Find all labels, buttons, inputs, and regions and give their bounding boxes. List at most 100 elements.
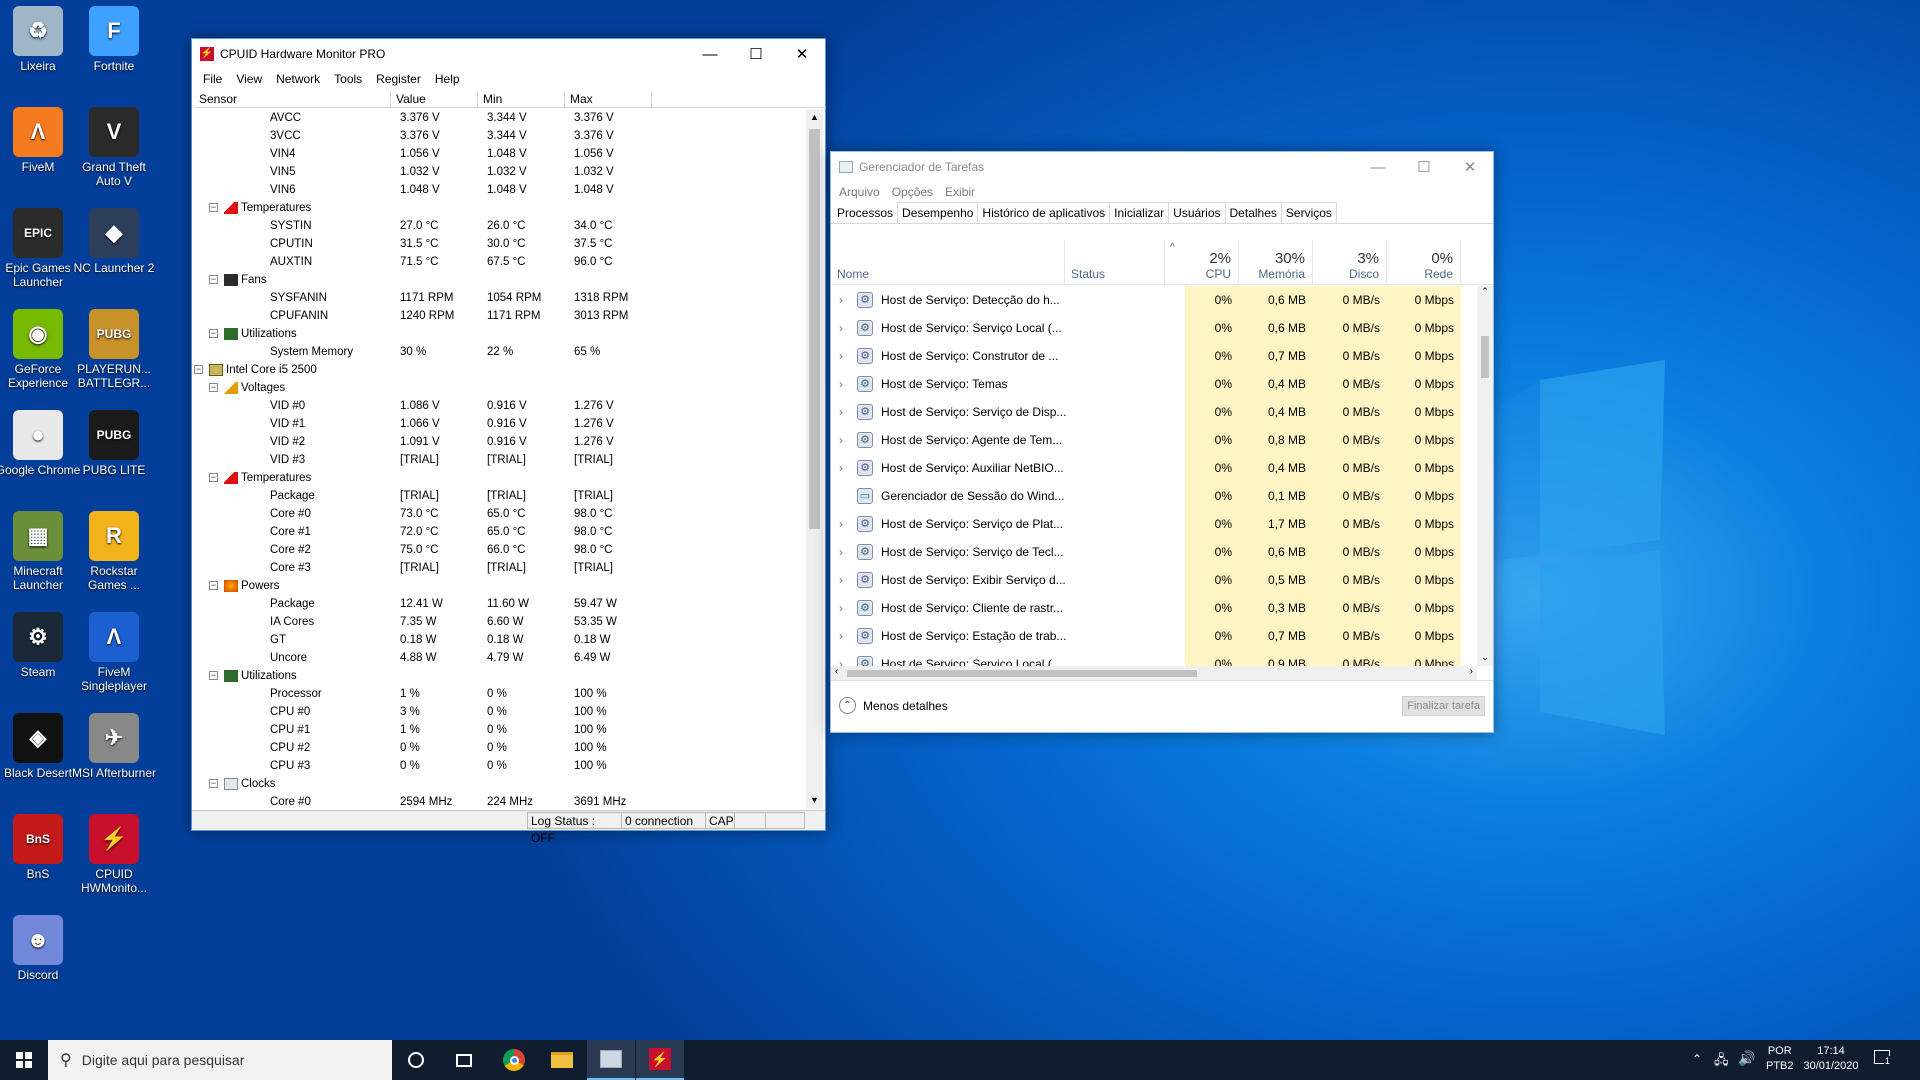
sensor-row[interactable]: − Powers	[194, 577, 802, 595]
sensor-row[interactable]: − Temperatures	[194, 199, 802, 217]
expand-chevron-icon[interactable]: ›	[839, 545, 843, 559]
desktop-icon[interactable]: ♻ Lixeira	[0, 6, 81, 73]
col-network[interactable]: 0% Rede	[1387, 240, 1461, 285]
menu-view[interactable]: View	[229, 72, 269, 86]
expand-chevron-icon[interactable]: ›	[839, 377, 843, 391]
sensor-row[interactable]: − Temperatures	[194, 469, 802, 487]
tab-desempenho[interactable]: Desempenho	[897, 202, 979, 223]
desktop-icon[interactable]: BnS BnS	[0, 814, 81, 881]
volume-icon[interactable]: 🔊	[1738, 1050, 1755, 1067]
collapse-toggle-icon[interactable]: −	[209, 779, 218, 788]
process-row[interactable]: › ⚙ Host de Serviço: Detecção do h... 0% 0,6…	[831, 286, 1477, 314]
desktop-icon[interactable]: ☻ Discord	[0, 915, 81, 982]
process-row[interactable]: › ⚙ Host de Serviço: Serviço Local (... 0% 0…	[831, 314, 1477, 342]
desktop-icon[interactable]: ● Google Chrome	[0, 410, 81, 477]
tm-menu-arquivo[interactable]: Arquivo	[833, 185, 886, 199]
process-row[interactable]: › ⚙ Host de Serviço: Construtor de ... 0% 0,…	[831, 342, 1477, 370]
desktop-icon[interactable]: R Rockstar Games ...	[71, 511, 157, 592]
expand-chevron-icon[interactable]: ›	[839, 517, 843, 531]
sensor-row[interactable]: Core #1 72.0 °C 65.0 °C 98.0 °C	[194, 523, 802, 541]
sensor-row[interactable]: − Utilizations	[194, 325, 802, 343]
scroll-down-arrow-icon[interactable]: ▼	[806, 792, 823, 809]
desktop-icon[interactable]: PUBG PUBG LITE	[71, 410, 157, 477]
fewer-details-link[interactable]: Menos detalhes	[863, 699, 948, 713]
sensor-row[interactable]: VIN5 1.032 V 1.032 V 1.032 V	[194, 163, 802, 181]
end-task-button[interactable]: Finalizar tarefa	[1402, 696, 1485, 716]
sensor-row[interactable]: CPUTIN 31.5 °C 30.0 °C 37.5 °C	[194, 235, 802, 253]
desktop-icon[interactable]: ⚡ CPUID HWMonito...	[71, 814, 157, 895]
process-row[interactable]: ▭ Gerenciador de Sessão do Wind... 0% 0,1 M…	[831, 482, 1477, 510]
sensor-row[interactable]: Package [TRIAL] [TRIAL] [TRIAL]	[194, 487, 802, 505]
desktop-icon[interactable]: ⚙ Steam	[0, 612, 81, 679]
tm-menu-exibir[interactable]: Exibir	[939, 185, 981, 199]
column-value[interactable]: Value	[391, 91, 478, 107]
sensor-row[interactable]: AUXTIN 71.5 °C 67.5 °C 96.0 °C	[194, 253, 802, 271]
minimize-button[interactable]: —	[687, 39, 733, 69]
col-memory[interactable]: 30% Memória	[1239, 240, 1313, 285]
desktop-icon[interactable]: ▦ Minecraft Launcher	[0, 511, 81, 592]
desktop-icon[interactable]: EPIC Epic Games Launcher	[0, 208, 81, 289]
process-row[interactable]: › ⚙ Host de Serviço: Temas 0% 0,4 MB 0 MB/s 0 …	[831, 370, 1477, 398]
sensor-row[interactable]: VID #3 [TRIAL] [TRIAL] [TRIAL]	[194, 451, 802, 469]
collapse-toggle-icon[interactable]: −	[209, 581, 218, 590]
collapse-toggle-icon[interactable]: −	[209, 671, 218, 680]
column-max[interactable]: Max	[565, 91, 652, 107]
tm-scroll-down-icon[interactable]: ⌄	[1477, 652, 1493, 666]
sensor-row[interactable]: SYSTIN 27.0 °C 26.0 °C 34.0 °C	[194, 217, 802, 235]
notifications-button[interactable]: 1	[1874, 1050, 1894, 1068]
sensor-row[interactable]: CPU #2 0 % 0 % 100 %	[194, 739, 802, 757]
sensor-row[interactable]: IA Cores 7.35 W 6.60 W 53.35 W	[194, 613, 802, 631]
sensor-row[interactable]: Processor 1 % 0 % 100 %	[194, 685, 802, 703]
collapse-toggle-icon[interactable]: −	[209, 383, 218, 392]
sensor-row[interactable]: VID #0 1.086 V 0.916 V 1.276 V	[194, 397, 802, 415]
desktop-icon[interactable]: ✈ MSI Afterburner	[71, 713, 157, 780]
column-sensor[interactable]: Sensor	[194, 91, 391, 107]
sensor-row[interactable]: CPU #1 1 % 0 % 100 %	[194, 721, 802, 739]
hwmonitor-titlebar[interactable]: ⚡ CPUID Hardware Monitor PRO — ☐ ✕	[192, 39, 825, 69]
tm-hscrollbar[interactable]: ‹ ›	[831, 666, 1477, 680]
sensor-row[interactable]: 3VCC 3.376 V 3.344 V 3.376 V	[194, 127, 802, 145]
tm-vscrollbar[interactable]: ⌃ ⌄	[1477, 286, 1493, 666]
tab-historico[interactable]: Histórico de aplicativos	[977, 202, 1111, 223]
sensor-row[interactable]: Core #0 73.0 °C 65.0 °C 98.0 °C	[194, 505, 802, 523]
taskbar-task-manager[interactable]	[587, 1040, 635, 1080]
taskbar-hwmonitor[interactable]: ⚡	[636, 1040, 684, 1080]
expand-chevron-icon[interactable]: ›	[839, 657, 843, 666]
tab-usuarios[interactable]: Usuários	[1168, 202, 1226, 223]
sensor-row[interactable]: VIN4 1.056 V 1.048 V 1.056 V	[194, 145, 802, 163]
sensor-row[interactable]: VID #2 1.091 V 0.916 V 1.276 V	[194, 433, 802, 451]
menu-tools[interactable]: Tools	[327, 72, 369, 86]
start-button[interactable]	[0, 1040, 48, 1080]
expand-chevron-icon[interactable]: ›	[839, 629, 843, 643]
process-list[interactable]: › ⚙ Host de Serviço: Detecção do h... 0% 0,6…	[831, 286, 1477, 666]
tm-menu-opcoes[interactable]: Opções	[886, 185, 939, 199]
tab-servicos[interactable]: Serviços	[1280, 202, 1337, 223]
expand-chevron-icon[interactable]: ›	[839, 433, 843, 447]
sensor-row[interactable]: − Utilizations	[194, 667, 802, 685]
sensor-scrollbar[interactable]: ▲ ▼	[806, 109, 823, 809]
menu-network[interactable]: Network	[269, 72, 327, 86]
tm-maximize-button[interactable]: ☐	[1401, 152, 1447, 182]
cortana-button[interactable]	[392, 1040, 440, 1080]
collapse-toggle-icon[interactable]: −	[209, 275, 218, 284]
col-status[interactable]: Status	[1065, 240, 1165, 285]
process-row[interactable]: › ⚙ Host de Serviço: Agente de Tem... 0% 0,8…	[831, 426, 1477, 454]
process-row[interactable]: › ⚙ Host de Serviço: Serviço de Disp... 0% 0…	[831, 398, 1477, 426]
scroll-thumb[interactable]	[809, 129, 820, 529]
sensor-row[interactable]: − Intel Core i5 2500	[194, 361, 802, 379]
desktop-icon[interactable]: V Grand Theft Auto V	[71, 107, 157, 188]
expand-chevron-icon[interactable]: ›	[839, 601, 843, 615]
expand-chevron-icon[interactable]: ›	[839, 293, 843, 307]
desktop-icon[interactable]: Λ FiveM	[0, 107, 81, 174]
tm-close-button[interactable]: ✕	[1447, 152, 1493, 182]
desktop-icon[interactable]: F Fortnite	[71, 6, 157, 73]
sensor-row[interactable]: AVCC 3.376 V 3.344 V 3.376 V	[194, 109, 802, 127]
taskbar-chrome[interactable]	[490, 1040, 538, 1080]
sensor-row[interactable]: CPUFANIN 1240 RPM 1171 RPM 3013 RPM	[194, 307, 802, 325]
collapse-toggle-icon[interactable]: −	[209, 473, 218, 482]
sensor-row[interactable]: Core #2 75.0 °C 66.0 °C 98.0 °C	[194, 541, 802, 559]
tm-scroll-thumb[interactable]	[1481, 336, 1489, 378]
col-disk[interactable]: 3% Disco	[1313, 240, 1387, 285]
menu-register[interactable]: Register	[369, 72, 428, 86]
fewer-details-icon[interactable]: ⌃	[839, 697, 856, 714]
